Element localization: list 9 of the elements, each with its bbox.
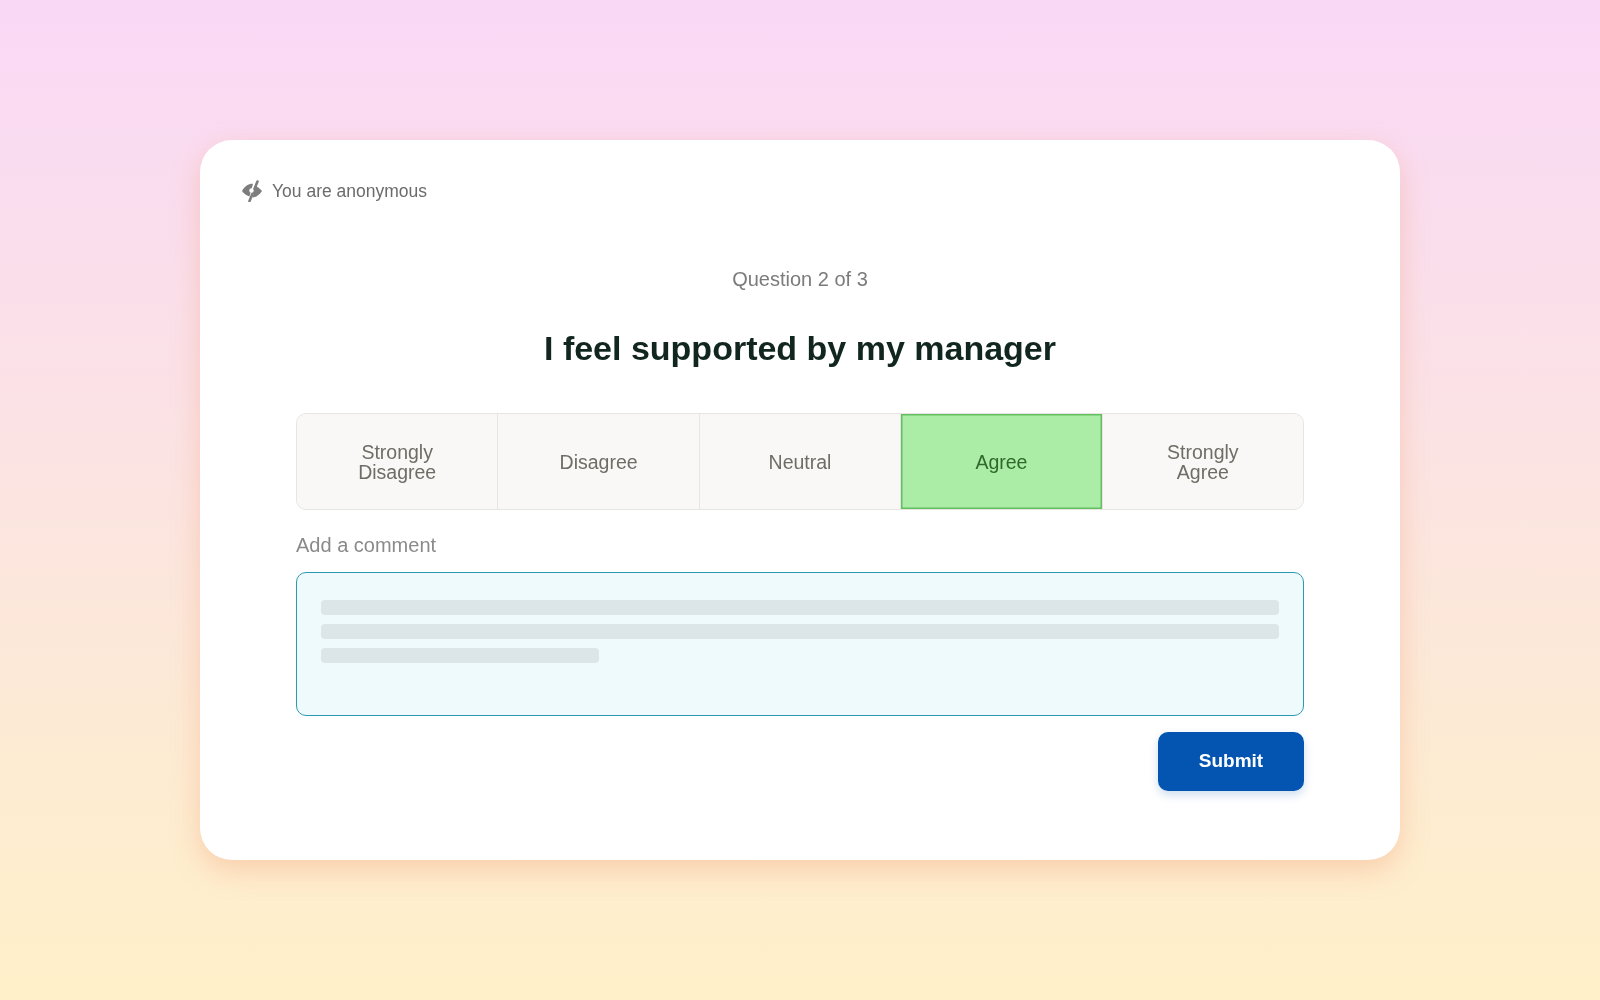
question-text: I feel supported by my manager [544, 328, 1056, 368]
answer-option[interactable]: Agree [900, 414, 1102, 509]
anonymity-notice: You are anonymous [272, 180, 428, 202]
submit-button[interactable]: Submit [1158, 732, 1304, 791]
answer-option[interactable]: Strongly Agree [1101, 414, 1303, 509]
comment-label: Add a comment [296, 533, 437, 557]
question-counter: Question 2 of 3 [732, 267, 868, 291]
eye-slash-icon [240, 180, 264, 202]
comment-field[interactable] [296, 572, 1304, 716]
